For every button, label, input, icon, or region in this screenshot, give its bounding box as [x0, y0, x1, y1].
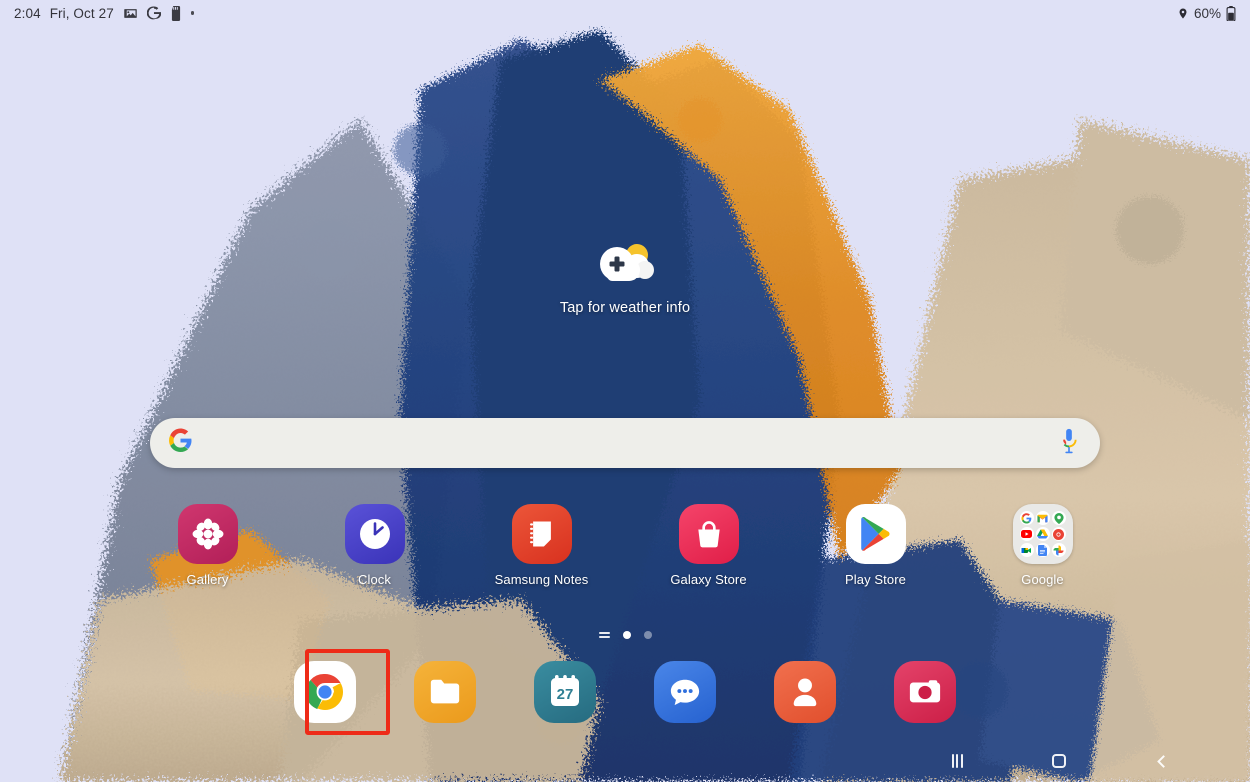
status-date: Fri, Oct 27 — [49, 5, 114, 21]
search-input[interactable] — [193, 418, 1059, 468]
app-label: Google — [1021, 572, 1064, 587]
dock-calendar[interactable]: 27 — [531, 658, 599, 726]
location-pin-icon — [1177, 6, 1189, 21]
google-folder-icon — [1012, 504, 1073, 564]
recents-button[interactable] — [942, 746, 972, 776]
camera-icon — [894, 661, 956, 723]
app-label: Gallery — [186, 572, 229, 587]
gallery-icon — [177, 504, 238, 564]
weather-label: Tap for weather info — [559, 300, 691, 316]
app-play-store[interactable]: Play Store — [826, 504, 926, 587]
folder-chrome-red-icon — [1051, 527, 1066, 541]
clock-icon — [344, 504, 405, 564]
calendar-day-number: 27 — [557, 686, 574, 703]
folder-docs-icon — [1035, 543, 1050, 557]
google-search-bar[interactable] — [150, 418, 1100, 468]
app-label: Samsung Notes — [494, 572, 589, 587]
status-bar-left: 2:04 Fri, Oct 27 — [14, 5, 195, 21]
dock-messages[interactable] — [651, 658, 719, 726]
home-button[interactable] — [1044, 746, 1074, 776]
status-bar-right: 60% — [1177, 5, 1236, 21]
cloud-plus-sun-icon — [593, 240, 657, 293]
app-samsung-notes[interactable]: Samsung Notes — [492, 504, 592, 587]
folder-meet-icon — [1019, 543, 1034, 557]
back-button[interactable] — [1146, 746, 1176, 776]
app-label: Play Store — [845, 572, 906, 587]
galaxy-store-icon — [678, 504, 739, 564]
google-mic-icon[interactable] — [1059, 428, 1079, 459]
weather-widget[interactable]: Tap for weather info — [0, 240, 1250, 316]
app-google-folder[interactable]: Google — [993, 504, 1093, 587]
dock: 27 — [0, 658, 1250, 726]
folder-youtube-icon — [1019, 527, 1034, 541]
app-label: Galaxy Store — [670, 572, 747, 587]
page-list-icon[interactable] — [598, 631, 610, 639]
messages-icon — [654, 661, 716, 723]
contacts-icon — [774, 661, 836, 723]
page-dot-2[interactable] — [643, 631, 652, 639]
samsung-notes-icon — [511, 504, 572, 564]
status-bar[interactable]: 2:04 Fri, Oct 27 60% — [0, 0, 1250, 26]
folder-maps-icon — [1051, 511, 1066, 525]
page-dot-current[interactable] — [622, 631, 631, 639]
image-icon — [123, 6, 138, 21]
folder-photos-icon — [1051, 543, 1066, 557]
google-g-icon — [168, 428, 193, 458]
home-icon — [1052, 754, 1066, 768]
app-clock[interactable]: Clock — [325, 504, 425, 587]
more-dot-icon — [190, 11, 195, 15]
sd-card-icon — [170, 5, 182, 21]
app-label: Clock — [357, 572, 391, 587]
my-files-icon — [414, 661, 476, 723]
battery-percent: 60% — [1193, 5, 1221, 21]
dock-chrome[interactable] — [291, 658, 359, 726]
battery-icon — [1226, 5, 1236, 21]
dock-my-files[interactable] — [411, 658, 479, 726]
page-indicator[interactable] — [0, 631, 1250, 639]
calendar-icon: 27 — [534, 661, 596, 723]
folder-gmail-icon — [1035, 511, 1050, 525]
google-icon — [146, 6, 161, 20]
navigation-bar — [0, 740, 1250, 782]
dock-contacts[interactable] — [771, 658, 839, 726]
folder-google-icon — [1019, 511, 1034, 525]
chrome-icon — [294, 661, 356, 723]
folder-drive-icon — [1035, 527, 1050, 541]
app-gallery[interactable]: Gallery — [158, 504, 258, 587]
app-grid: Gallery Clock Samsung Notes Galaxy Store… — [0, 504, 1250, 587]
back-chevron-icon — [1156, 754, 1170, 768]
app-galaxy-store[interactable]: Galaxy Store — [659, 504, 759, 587]
play-store-icon — [845, 504, 906, 564]
recents-icon — [951, 754, 963, 768]
status-time: 2:04 — [14, 5, 41, 21]
dock-camera[interactable] — [891, 658, 959, 726]
